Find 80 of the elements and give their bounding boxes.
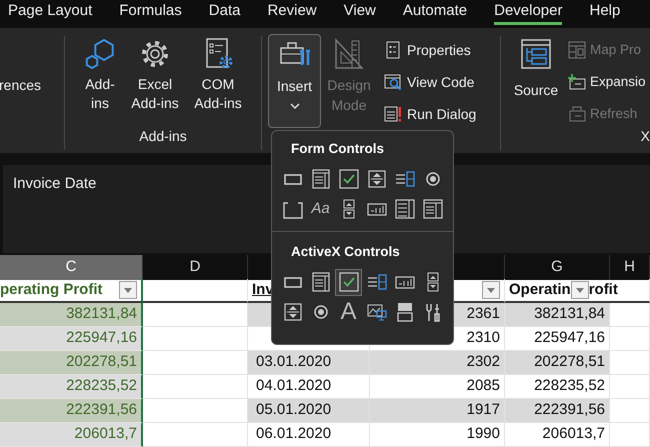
table-cell [610, 375, 650, 399]
table-cell: 1990 [370, 423, 505, 447]
insert-button[interactable]: Insert [268, 34, 321, 128]
table-cell [610, 399, 650, 423]
table-cell: 382131,84 [0, 303, 143, 327]
menu-tab[interactable]: Data [208, 0, 240, 25]
group-label: X [640, 127, 650, 146]
menu-heading: Form Controls [290, 140, 385, 158]
ribbon-button[interactable]: Properties [381, 34, 480, 66]
table-cell: 202278,51 [505, 351, 610, 375]
magnifier-window-icon [384, 73, 402, 91]
spin-button-icon [366, 168, 386, 189]
image-icon [366, 302, 386, 322]
menu-tab[interactable]: Formulas [119, 0, 182, 25]
table-cell: 04.01.2020 [248, 375, 370, 399]
control-option[interactable]: Aa [307, 195, 334, 222]
group-label: Add-ins [139, 127, 187, 146]
column-header[interactable]: G [505, 255, 610, 280]
menu-tab[interactable]: Review [267, 0, 317, 25]
table-cell: 225947,16 [0, 327, 143, 351]
ribbon-button[interactable]: Excel Add-ins [126, 34, 184, 116]
table-cell: 03.01.2020 [248, 351, 370, 375]
table-cell [610, 423, 650, 447]
table-cell: 1917 [370, 399, 505, 423]
spin-button-icon [282, 302, 302, 322]
list-box-icon [366, 272, 386, 292]
menu-tab[interactable]: Page Layout [8, 0, 92, 25]
table-cell: 2085 [370, 375, 505, 399]
ribbon-button[interactable]: Expansio [565, 66, 649, 98]
header-text: perating Profit [0, 280, 104, 300]
table-cell: 222391,56 [505, 399, 610, 423]
filter-button[interactable] [119, 281, 137, 299]
dialog-alert-icon [384, 105, 402, 123]
properties-icon [384, 41, 402, 59]
list-box-icon [394, 168, 414, 189]
ribbon-button[interactable]: COM Add-ins [188, 34, 248, 116]
filter-button[interactable] [570, 281, 589, 299]
control-option[interactable] [335, 268, 362, 296]
filter-button[interactable] [482, 281, 500, 299]
combo-drop-icon [422, 198, 442, 219]
table-cell: 206013,7 [505, 423, 610, 447]
table-cell: 202278,51 [0, 351, 143, 375]
combo-box-icon [310, 168, 330, 189]
ribbon-button[interactable]: Run Dialog [381, 98, 480, 130]
table-cell: 222391,56 [0, 399, 143, 423]
table-cell [610, 351, 650, 375]
menu-tab[interactable]: Automate [402, 0, 468, 25]
menu-tab[interactable]: View [344, 0, 376, 25]
table-cell: 206013,7 [0, 423, 143, 447]
combo-list-icon [394, 198, 414, 219]
combo-box-icon [310, 272, 330, 292]
table-cell: 06.01.2020 [248, 423, 370, 447]
table-grid-icon [568, 41, 586, 59]
menu-tab[interactable]: Help [589, 0, 620, 25]
table-cell: 382131,84 [505, 303, 610, 327]
menu-tab[interactable]: Developer [494, 0, 562, 25]
caret-icon [124, 288, 132, 292]
column-header[interactable]: H [610, 255, 650, 280]
checkbox-icon [338, 168, 358, 189]
ribbon-button[interactable]: Add-ins [78, 34, 122, 116]
tree-window-icon [519, 37, 553, 71]
chevron-down-icon [290, 102, 300, 110]
ribbon-button[interactable]: Source [509, 34, 563, 103]
ribbon-button[interactable]: rences [0, 73, 44, 98]
table-cell: 228235,52 [505, 375, 610, 399]
table-cell [610, 327, 650, 351]
table-cell: 225947,16 [505, 327, 610, 351]
table-cell: 2302 [370, 351, 505, 375]
toggle-button-icon [394, 302, 414, 322]
caret-icon [487, 288, 495, 292]
caret-icon [576, 288, 584, 292]
table-cell: 05.01.2020 [248, 399, 370, 423]
checkbox-icon [338, 272, 358, 292]
header-text: Operatin [509, 280, 571, 300]
column-header[interactable]: D [143, 255, 248, 280]
table-cell: 228235,52 [0, 375, 143, 399]
package-plus-icon [568, 73, 586, 91]
header-text: rofit [588, 280, 618, 300]
column-header[interactable]: C [0, 255, 143, 280]
ribbon-button[interactable]: View Code [381, 66, 480, 98]
